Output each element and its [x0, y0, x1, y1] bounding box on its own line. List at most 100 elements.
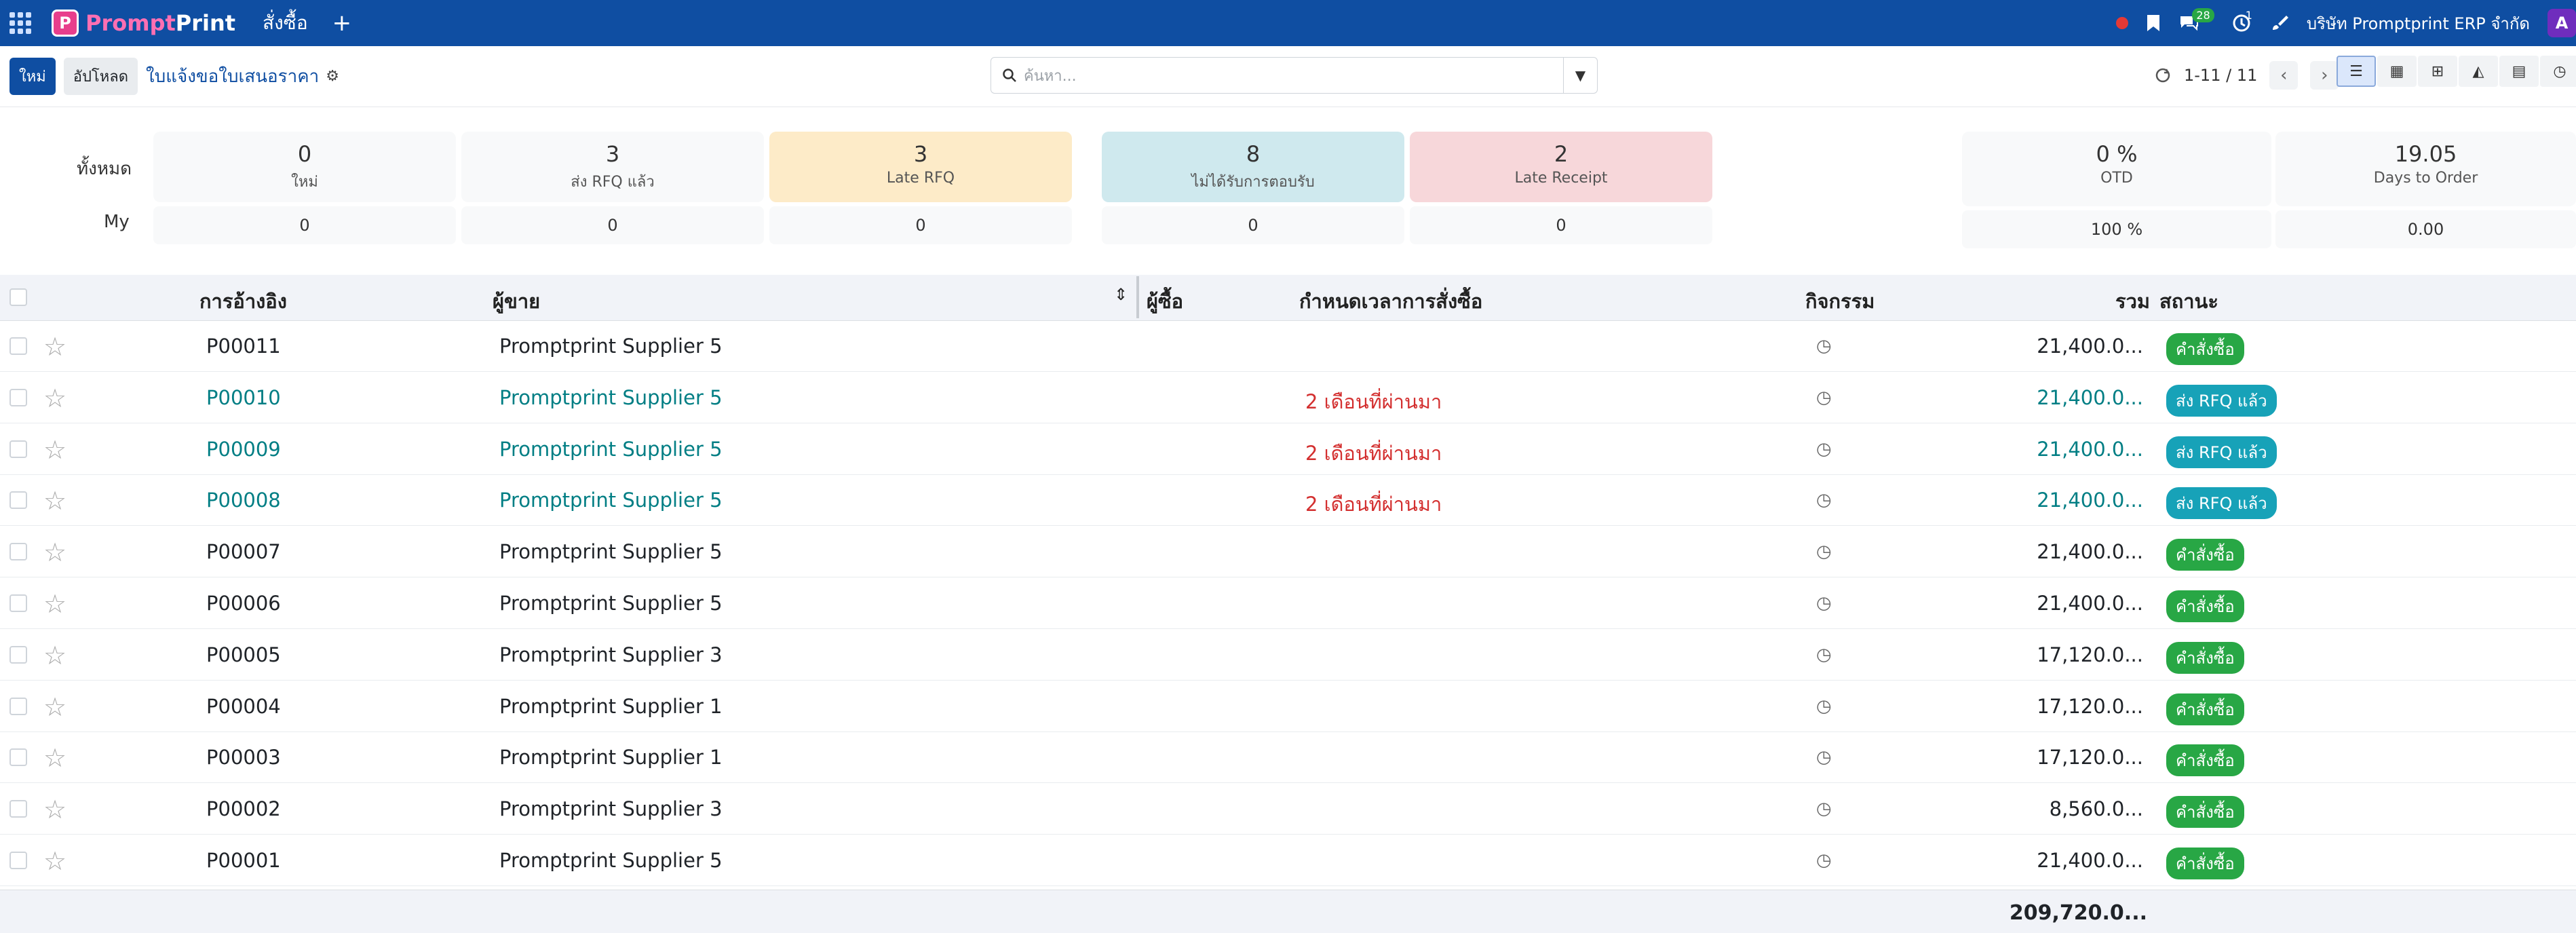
activity-clock-icon[interactable]: ◷	[1816, 696, 1832, 717]
activity-view-icon[interactable]: ◷	[2540, 56, 2576, 87]
caret-down-icon[interactable]: ▼	[1563, 58, 1597, 93]
row-checkbox[interactable]	[9, 388, 27, 406]
star-icon[interactable]: ☆	[43, 435, 66, 465]
row-checkbox[interactable]	[9, 543, 27, 561]
menu-purchase[interactable]: สั่งซื้อ	[263, 8, 308, 38]
table-row[interactable]: ☆ P00005 Promptprint Supplier 3 ◷ 17,120.0..…	[0, 630, 2576, 681]
card-value: 3	[913, 141, 928, 167]
pager-value[interactable]: 1-11 / 11	[2184, 66, 2257, 85]
star-icon[interactable]: ☆	[43, 537, 66, 567]
col-vendor[interactable]: ผู้ขาย	[493, 286, 540, 317]
refresh-icon[interactable]	[2154, 66, 2172, 84]
table-row[interactable]: ☆ P00011 Promptprint Supplier 5 ◷ 21,400.0..…	[0, 321, 2576, 372]
brand-mark: P	[52, 9, 79, 37]
table-row[interactable]: ☆ P00009 Promptprint Supplier 5 2 เดือนที่ผ…	[0, 424, 2576, 475]
table-row[interactable]: ☆ P00006 Promptprint Supplier 5 ◷ 21,400.0..…	[0, 578, 2576, 629]
kpi-value: 0 %	[2096, 141, 2138, 167]
col-activity[interactable]: กิจกรรม	[1805, 286, 1875, 317]
activity-clock-icon[interactable]: ◷	[1816, 593, 1832, 613]
brand-logo[interactable]: P PromptPrint	[52, 9, 235, 37]
row-checkbox[interactable]	[9, 800, 27, 818]
star-icon[interactable]: ☆	[43, 692, 66, 722]
table-row[interactable]: ☆ P00008 Promptprint Supplier 5 2 เดือนที่ผ…	[0, 475, 2576, 527]
table-row[interactable]: ☆ P00003 Promptprint Supplier 1 ◷ 17,120.0..…	[0, 732, 2576, 784]
pager-prev-button[interactable]: ‹	[2269, 61, 2299, 90]
card-new[interactable]: 0 ใหม่	[153, 132, 456, 202]
search-bar[interactable]: ค้นหา... ▼	[991, 57, 1598, 94]
card-not-acknowledged[interactable]: 8 ไม่ได้รับการตอบรับ	[1102, 132, 1404, 202]
table-row[interactable]: ☆ P00001 Promptprint Supplier 5 ◷ 21,400.0..…	[0, 835, 2576, 886]
row-checkbox[interactable]	[9, 748, 27, 767]
card-late-receipt[interactable]: 2 Late Receipt	[1410, 132, 1712, 202]
col-total[interactable]: รวม	[2115, 286, 2150, 317]
pivot-view-icon[interactable]: ⊞	[2418, 56, 2457, 87]
table-row[interactable]: ☆ P00004 Promptprint Supplier 1 ◷ 17,120.0..…	[0, 681, 2576, 732]
pager-next-button[interactable]: ›	[2310, 61, 2339, 90]
list-view-icon[interactable]: ☰	[2337, 56, 2376, 87]
gear-icon[interactable]: ⚙	[326, 68, 339, 85]
column-resize-handle[interactable]	[1136, 276, 1139, 318]
activity-clock-icon[interactable]: ◷	[1816, 645, 1832, 665]
company-switcher[interactable]: บริษัท Promptprint ERP จำกัด	[2307, 10, 2530, 37]
col-deadline[interactable]: กำหนดเวลาการสั่งซื้อ	[1299, 286, 1482, 317]
messages-button[interactable]: 28	[2178, 7, 2214, 32]
row-checkbox[interactable]	[9, 645, 27, 664]
activity-clock-icon[interactable]: ◷	[1816, 541, 1832, 562]
status-badge: ส่ง RFQ แล้ว	[2166, 487, 2277, 520]
col-reference[interactable]: การอ้างอิง	[199, 286, 287, 317]
brush-icon[interactable]	[2270, 14, 2289, 33]
table-row[interactable]: ☆ P00010 Promptprint Supplier 5 2 เดือนที่ผ…	[0, 373, 2576, 423]
row-vendor: Promptprint Supplier 3	[499, 643, 723, 666]
search-input[interactable]: ค้นหา...	[1024, 64, 1077, 88]
row-vendor: Promptprint Supplier 3	[499, 797, 723, 821]
calendar-view-icon[interactable]: ▤	[2499, 56, 2539, 87]
card-rfq-sent[interactable]: 3 ส่ง RFQ แล้ว	[461, 132, 764, 202]
row-reference: P00007	[206, 540, 281, 564]
user-avatar[interactable]: A	[2548, 9, 2576, 37]
card-late-rfq[interactable]: 3 Late RFQ	[769, 132, 1072, 202]
my-late-rfq[interactable]: 0	[769, 206, 1072, 244]
activity-clock-icon[interactable]: ◷	[1816, 490, 1832, 510]
star-icon[interactable]: ☆	[43, 641, 66, 670]
star-icon[interactable]: ☆	[43, 383, 66, 413]
new-button[interactable]: ใหม่	[9, 58, 56, 95]
col-buyer[interactable]: ผู้ซื้อ	[1147, 286, 1183, 317]
row-checkbox[interactable]	[9, 440, 27, 458]
activity-clock-icon[interactable]: ◷	[1816, 439, 1832, 459]
activity-clock-icon[interactable]: ◷	[1816, 336, 1832, 356]
graph-view-icon[interactable]: ◭	[2459, 56, 2498, 87]
row-checkbox[interactable]	[9, 594, 27, 612]
star-icon[interactable]: ☆	[43, 332, 66, 362]
my-not-acknowledged[interactable]: 0	[1102, 206, 1404, 244]
bookmark-icon[interactable]	[2146, 14, 2161, 33]
kanban-view-icon[interactable]: ▦	[2377, 56, 2417, 87]
table-row[interactable]: ☆ P00007 Promptprint Supplier 5 ◷ 21,400.0..…	[0, 527, 2576, 578]
star-icon[interactable]: ☆	[43, 846, 66, 876]
activity-clock-icon[interactable]: ◷	[1816, 799, 1832, 819]
my-rfq-sent[interactable]: 0	[461, 206, 764, 244]
activity-clock-icon[interactable]: ◷	[1816, 850, 1832, 871]
apps-grid-icon[interactable]	[7, 9, 34, 37]
row-checkbox[interactable]	[9, 697, 27, 715]
row-deadline: 2 เดือนที่ผ่านมา	[1305, 389, 1442, 413]
row-label-my: My	[104, 212, 130, 232]
row-checkbox[interactable]	[9, 337, 27, 355]
star-icon[interactable]: ☆	[43, 589, 66, 619]
star-icon[interactable]: ☆	[43, 743, 66, 773]
new-item-plus[interactable]: +	[332, 9, 352, 37]
star-icon[interactable]: ☆	[43, 486, 66, 516]
activity-clock-icon[interactable]: ◷	[1816, 747, 1832, 767]
activity-clock-icon[interactable]: ◷	[1816, 387, 1832, 408]
activities-button[interactable]: 1	[2232, 9, 2252, 33]
sort-icon[interactable]: ⇕	[1114, 285, 1128, 304]
my-late-receipt[interactable]: 0	[1410, 206, 1712, 244]
star-icon[interactable]: ☆	[43, 795, 66, 824]
col-status[interactable]: สถานะ	[2159, 286, 2218, 317]
row-checkbox[interactable]	[9, 491, 27, 510]
row-checkbox[interactable]	[9, 852, 27, 869]
table-row[interactable]: ☆ P00002 Promptprint Supplier 3 ◷ 8,560.0...…	[0, 784, 2576, 835]
row-vendor: Promptprint Supplier 5	[499, 385, 723, 409]
my-new[interactable]: 0	[153, 206, 456, 244]
upload-button[interactable]: อัปโหลด	[63, 58, 138, 95]
select-all-checkbox[interactable]	[9, 288, 27, 306]
